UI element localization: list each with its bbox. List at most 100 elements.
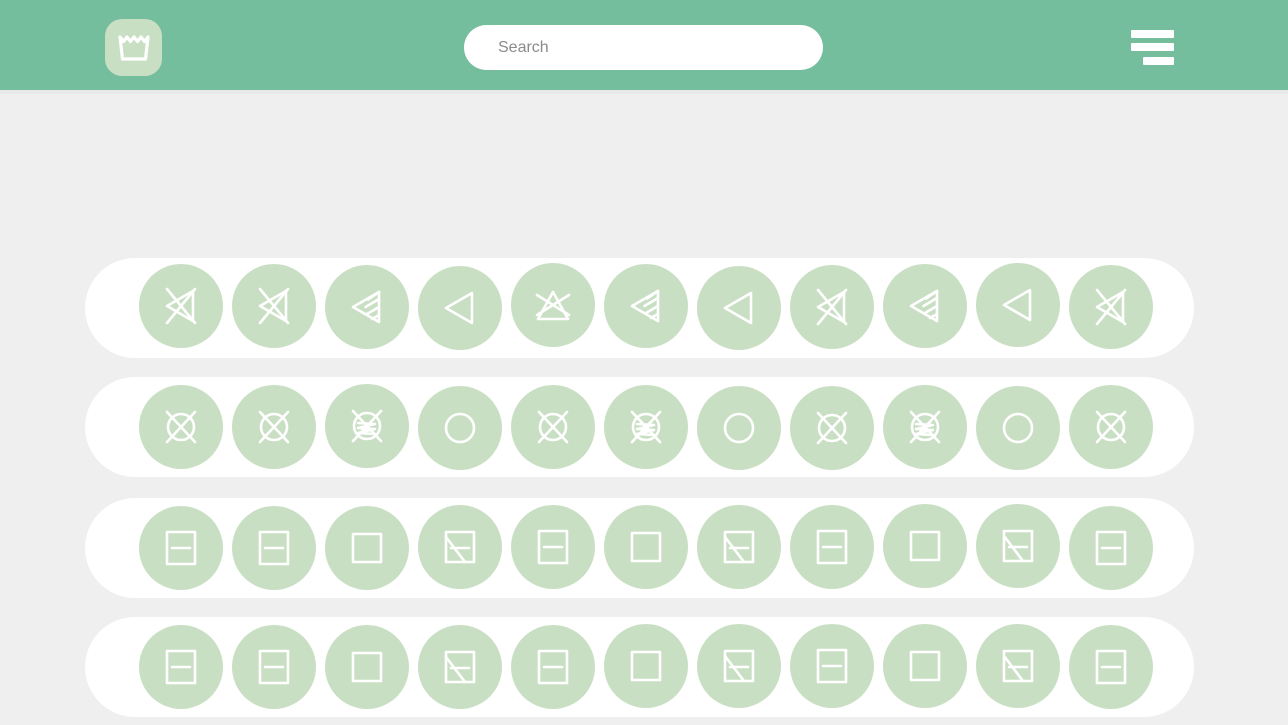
symbol-chip[interactable] [604, 505, 688, 589]
symbol-chip[interactable] [325, 625, 409, 709]
icon-row-drying-2 [85, 617, 1194, 717]
app-header [0, 0, 1288, 94]
symbol-chip[interactable] [790, 505, 874, 589]
dry-flat-icon [251, 525, 297, 571]
dry-in-shade-icon [716, 524, 762, 570]
dry-flat-icon [530, 644, 576, 690]
tumble-dry-icon [623, 524, 669, 570]
do-not-dry-clean-scribble-icon [902, 404, 948, 450]
dry-flat-icon [809, 524, 855, 570]
dry-clean-icon [716, 405, 762, 451]
menu-bar-middle [1131, 43, 1174, 51]
symbol-chip[interactable] [604, 385, 688, 469]
symbol-chip[interactable] [139, 264, 223, 348]
dry-clean-icon [437, 405, 483, 451]
symbol-chip[interactable] [511, 263, 595, 347]
tumble-dry-icon [902, 643, 948, 689]
dry-clean-icon [995, 405, 1041, 451]
symbol-chip[interactable] [790, 386, 874, 470]
symbol-chip[interactable] [697, 266, 781, 350]
symbol-chip[interactable] [139, 506, 223, 590]
do-not-dry-clean-icon [809, 405, 855, 451]
symbol-chip[interactable] [139, 385, 223, 469]
symbol-chip[interactable] [232, 264, 316, 348]
iron-high-heat-icon [902, 283, 948, 329]
tumble-dry-icon [902, 523, 948, 569]
symbol-chip[interactable] [325, 265, 409, 349]
iron-icon [437, 285, 483, 331]
symbol-chip[interactable] [883, 385, 967, 469]
do-not-dry-clean-icon [158, 404, 204, 450]
symbol-chip[interactable] [232, 506, 316, 590]
do-not-dry-clean-icon [530, 404, 576, 450]
symbol-chip[interactable] [511, 385, 595, 469]
do-not-dry-clean-icon [251, 404, 297, 450]
do-not-dry-clean-scribble-icon [344, 403, 390, 449]
dry-in-shade-icon [995, 523, 1041, 569]
symbol-chip[interactable] [976, 386, 1060, 470]
dry-flat-icon [158, 525, 204, 571]
symbol-chip[interactable] [418, 266, 502, 350]
symbol-chip[interactable] [1069, 625, 1153, 709]
menu-bar-bottom [1143, 57, 1174, 65]
symbol-chip[interactable] [790, 265, 874, 349]
symbol-chip[interactable] [418, 625, 502, 709]
dry-flat-icon [809, 643, 855, 689]
dry-flat-icon [158, 644, 204, 690]
do-not-dry-clean-scribble-icon [623, 404, 669, 450]
tumble-dry-icon [623, 643, 669, 689]
iron-icon [716, 285, 762, 331]
dry-in-shade-icon [716, 643, 762, 689]
search-input[interactable] [464, 25, 823, 70]
symbol-chip[interactable] [325, 384, 409, 468]
symbol-chip[interactable] [697, 386, 781, 470]
icon-row-ironing [85, 258, 1194, 358]
symbol-chip[interactable] [883, 504, 967, 588]
do-not-iron-icon [1088, 284, 1134, 330]
do-not-iron-icon [158, 283, 204, 329]
symbol-chip[interactable] [511, 505, 595, 589]
symbol-chip[interactable] [604, 264, 688, 348]
symbol-chip[interactable] [232, 385, 316, 469]
symbol-chip[interactable] [604, 624, 688, 708]
dry-flat-icon [1088, 525, 1134, 571]
do-not-iron-icon [251, 283, 297, 329]
icon-row-drying-1 [85, 498, 1194, 598]
wash-tub-icon [117, 32, 151, 64]
dry-flat-icon [1088, 644, 1134, 690]
app-logo[interactable] [105, 19, 162, 76]
symbol-chip[interactable] [697, 505, 781, 589]
dry-flat-icon [530, 524, 576, 570]
iron-high-heat-icon [623, 283, 669, 329]
dry-in-shade-icon [437, 644, 483, 690]
hamburger-menu-icon[interactable] [1131, 30, 1174, 65]
symbol-chip[interactable] [325, 506, 409, 590]
icon-row-dry-clean [85, 377, 1194, 477]
symbol-chip[interactable] [418, 505, 502, 589]
symbol-chip[interactable] [511, 625, 595, 709]
do-not-iron-triangle-icon [530, 282, 576, 328]
iron-icon [995, 282, 1041, 328]
symbol-chip[interactable] [1069, 385, 1153, 469]
do-not-dry-clean-icon [1088, 404, 1134, 450]
do-not-iron-icon [809, 284, 855, 330]
symbol-chip[interactable] [790, 624, 874, 708]
symbol-chip[interactable] [418, 386, 502, 470]
iron-high-heat-icon [344, 284, 390, 330]
dry-in-shade-icon [437, 524, 483, 570]
symbol-chip[interactable] [1069, 265, 1153, 349]
tumble-dry-icon [344, 525, 390, 571]
symbol-chip[interactable] [976, 263, 1060, 347]
symbol-chip[interactable] [976, 504, 1060, 588]
symbol-chip[interactable] [697, 624, 781, 708]
symbol-chip[interactable] [883, 624, 967, 708]
symbol-grid [0, 90, 1288, 721]
dry-flat-icon [251, 644, 297, 690]
symbol-chip[interactable] [1069, 506, 1153, 590]
symbol-chip[interactable] [139, 625, 223, 709]
symbol-chip[interactable] [976, 624, 1060, 708]
menu-bar-top [1131, 30, 1174, 38]
dry-in-shade-icon [995, 643, 1041, 689]
symbol-chip[interactable] [232, 625, 316, 709]
symbol-chip[interactable] [883, 264, 967, 348]
